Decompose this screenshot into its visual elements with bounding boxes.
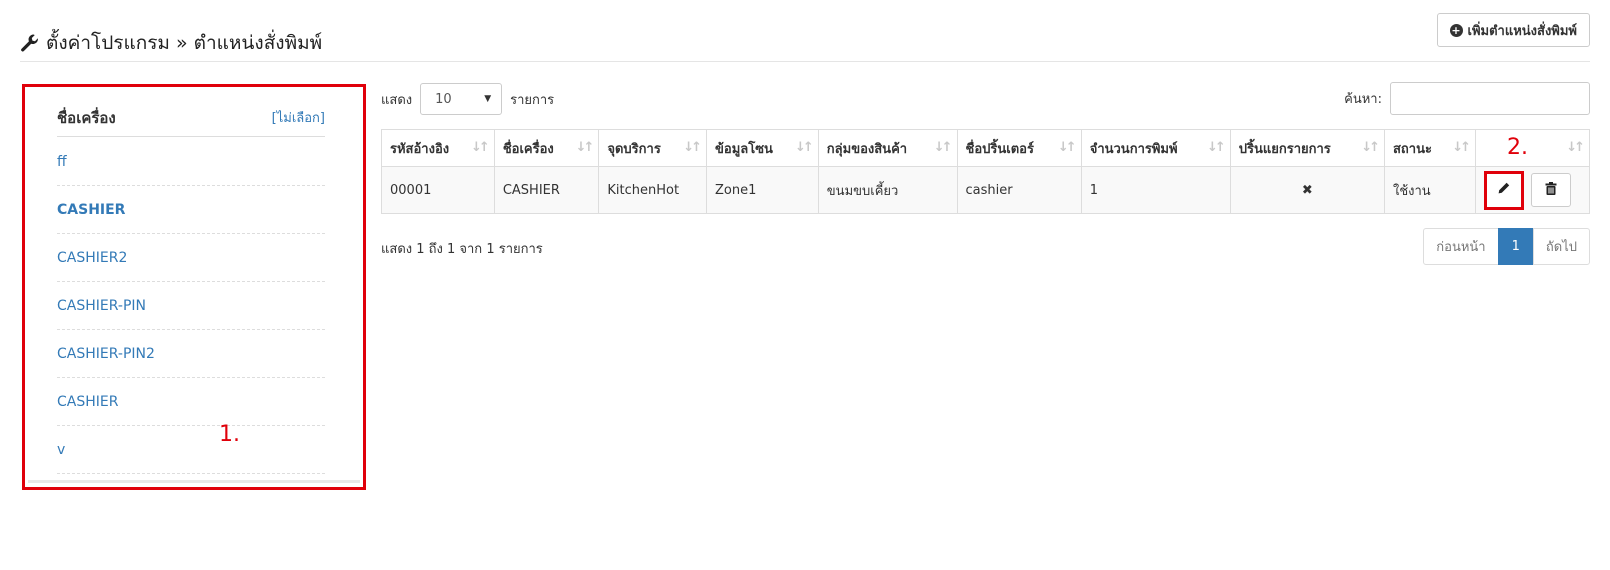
cell-device-name: CASHIER (493, 166, 600, 214)
page-length-select[interactable]: 10 ▼ (420, 83, 503, 115)
wrench-icon (20, 33, 40, 53)
print-location-table: รหัสอ้างอิง ↓↑ ชื่อเครื่อง ↓↑ จุดบริการ ↓↑ … (381, 129, 1590, 214)
cell-ref-code: 00001 (381, 166, 495, 214)
device-item-label: CASHIER2 (57, 249, 128, 266)
column-header[interactable]: รหัสอ้างอิง ↓↑ (381, 129, 495, 167)
show-label: แสดง (381, 92, 413, 108)
caret-down-icon: ▼ (484, 94, 492, 104)
column-header[interactable]: ปริ้นแยกรายการ ↓↑ (1229, 129, 1385, 167)
plus-circle-icon: + (1449, 23, 1463, 37)
prev-page-button[interactable]: ก่อนหน้า (1423, 228, 1499, 265)
sort-icon: ↓↑ (795, 140, 814, 155)
device-item-label: CASHIER (57, 201, 126, 218)
deselect-link[interactable]: [ไม่เลือก] (272, 107, 325, 128)
page-length-value: 10 (435, 91, 452, 107)
column-header-actions[interactable]: ↓↑ (1475, 129, 1590, 167)
page-title-text: ตั้งค่าโปรแกรม » ตำแหน่งสั่งพิมพ์ (46, 32, 323, 54)
column-header-label: กลุ่มของสินค้า (826, 141, 908, 157)
device-item[interactable]: CASHIER (57, 378, 325, 426)
table-header-row: รหัสอ้างอิง ↓↑ ชื่อเครื่อง ↓↑ จุดบริการ ↓↑ … (381, 129, 1590, 167)
table-row: 00001 CASHIER KitchenHot Zone1 ขนมขบเคี้… (381, 166, 1590, 214)
column-header[interactable]: สถานะ ↓↑ (1383, 129, 1477, 167)
cell-product-group: ขนมขบเคี้ยว (817, 166, 958, 214)
cell-status: ใช้งาน (1383, 166, 1477, 214)
sort-icon: ↓↑ (1057, 140, 1077, 155)
device-item-label: v (57, 441, 66, 458)
row-actions (1484, 170, 1581, 210)
edit-button[interactable] (1484, 170, 1525, 210)
cell-split-print: ✖ (1229, 166, 1385, 214)
page-title: ตั้งค่าโปรแกรม » ตำแหน่งสั่งพิมพ์ (20, 28, 322, 58)
column-header[interactable]: จำนวนการพิมพ์ ↓↑ (1080, 129, 1231, 167)
device-list: ff CASHIER CASHIER2 CASHIER-PIN CASHIER-… (57, 138, 325, 474)
device-item-label: CASHIER (57, 393, 119, 410)
next-page-button[interactable]: ถัดไป (1532, 228, 1590, 265)
device-list-panel: ชื่อเครื่อง [ไม่เลือก] ff CASHIER CASHIE… (22, 84, 366, 490)
page-length-control: แสดง 10 ▼ รายการ (381, 83, 554, 115)
sort-icon: ↓↑ (933, 140, 953, 155)
column-header-label: สถานะ (1392, 141, 1432, 157)
column-header-label: ชื่อปริ้นเตอร์ (965, 141, 1034, 157)
entries-label: รายการ (510, 92, 555, 108)
add-button-label: เพิ่มตำแหน่งสั่งพิมพ์ (1467, 23, 1578, 39)
column-header-label: จุดบริการ (607, 141, 661, 157)
search-input[interactable] (1390, 82, 1590, 115)
cell-actions (1475, 166, 1590, 214)
sort-icon: ↓↑ (683, 140, 702, 155)
column-header[interactable]: จุดบริการ ↓↑ (598, 129, 708, 167)
device-item-label: CASHIER-PIN (57, 297, 146, 314)
delete-button[interactable] (1531, 173, 1572, 207)
device-item-label: ff (57, 153, 67, 170)
sort-icon: ↓↑ (1361, 140, 1380, 155)
trash-icon (1545, 181, 1557, 199)
sort-icon: ↓↑ (1566, 140, 1585, 155)
column-header[interactable]: ข้อมูลโซน ↓↑ (706, 129, 819, 167)
column-header[interactable]: ชื่อปริ้นเตอร์ ↓↑ (956, 129, 1082, 167)
device-item-label: CASHIER-PIN2 (57, 345, 155, 362)
column-header-label: รหัสอ้างอิง (390, 141, 450, 157)
device-list-inner: ชื่อเครื่อง [ไม่เลือก] ff CASHIER CASHIE… (25, 87, 363, 487)
column-header-label: ชื่อเครื่อง (502, 141, 554, 157)
column-header-label: ข้อมูลโซน (715, 141, 773, 157)
annotation-1: 1. (219, 422, 240, 447)
device-item[interactable]: CASHIER2 (57, 234, 325, 282)
device-list-header: ชื่อเครื่อง [ไม่เลือก] (57, 99, 325, 137)
device-item[interactable]: CASHIER-PIN2 (57, 330, 325, 378)
cell-zone: Zone1 (706, 166, 819, 214)
device-list-heading: ชื่อเครื่อง (57, 108, 116, 127)
panel-bottom-divider (28, 480, 360, 483)
page-header: ตั้งค่าโปรแกรม » ตำแหน่งสั่งพิมพ์ + เพิ่… (20, 0, 1590, 62)
device-item[interactable]: ff (57, 138, 325, 186)
column-header-label: จำนวนการพิมพ์ (1089, 141, 1178, 157)
device-item[interactable]: CASHIER-PIN (57, 282, 325, 330)
sort-icon: ↓↑ (1452, 140, 1471, 155)
search-label: ค้นหา: (1344, 92, 1382, 107)
add-print-location-button[interactable]: + เพิ่มตำแหน่งสั่งพิมพ์ (1436, 13, 1590, 47)
sort-icon: ↓↑ (471, 140, 490, 155)
column-header-label: ปริ้นแยกรายการ (1238, 141, 1331, 157)
cell-service-point: KitchenHot (598, 166, 708, 214)
device-item[interactable]: v (57, 426, 325, 474)
sort-icon: ↓↑ (575, 140, 595, 155)
pencil-icon (1498, 182, 1510, 198)
pagination: ก่อนหน้า 1 ถัดไป (1423, 228, 1590, 265)
column-header[interactable]: ชื่อเครื่อง ↓↑ (493, 129, 600, 167)
table-info: แสดง 1 ถึง 1 จาก 1 รายการ (381, 242, 543, 257)
page-1-button[interactable]: 1 (1497, 228, 1534, 265)
search-control: ค้นหา: (1344, 82, 1590, 115)
device-item-active[interactable]: CASHIER (57, 186, 325, 234)
cell-printer-name: cashier (956, 166, 1082, 214)
column-header[interactable]: กลุ่มของสินค้า ↓↑ (817, 129, 958, 167)
sort-icon: ↓↑ (1206, 140, 1226, 155)
annotation-2: 2. (1507, 135, 1528, 160)
cell-print-count: 1 (1080, 166, 1231, 214)
